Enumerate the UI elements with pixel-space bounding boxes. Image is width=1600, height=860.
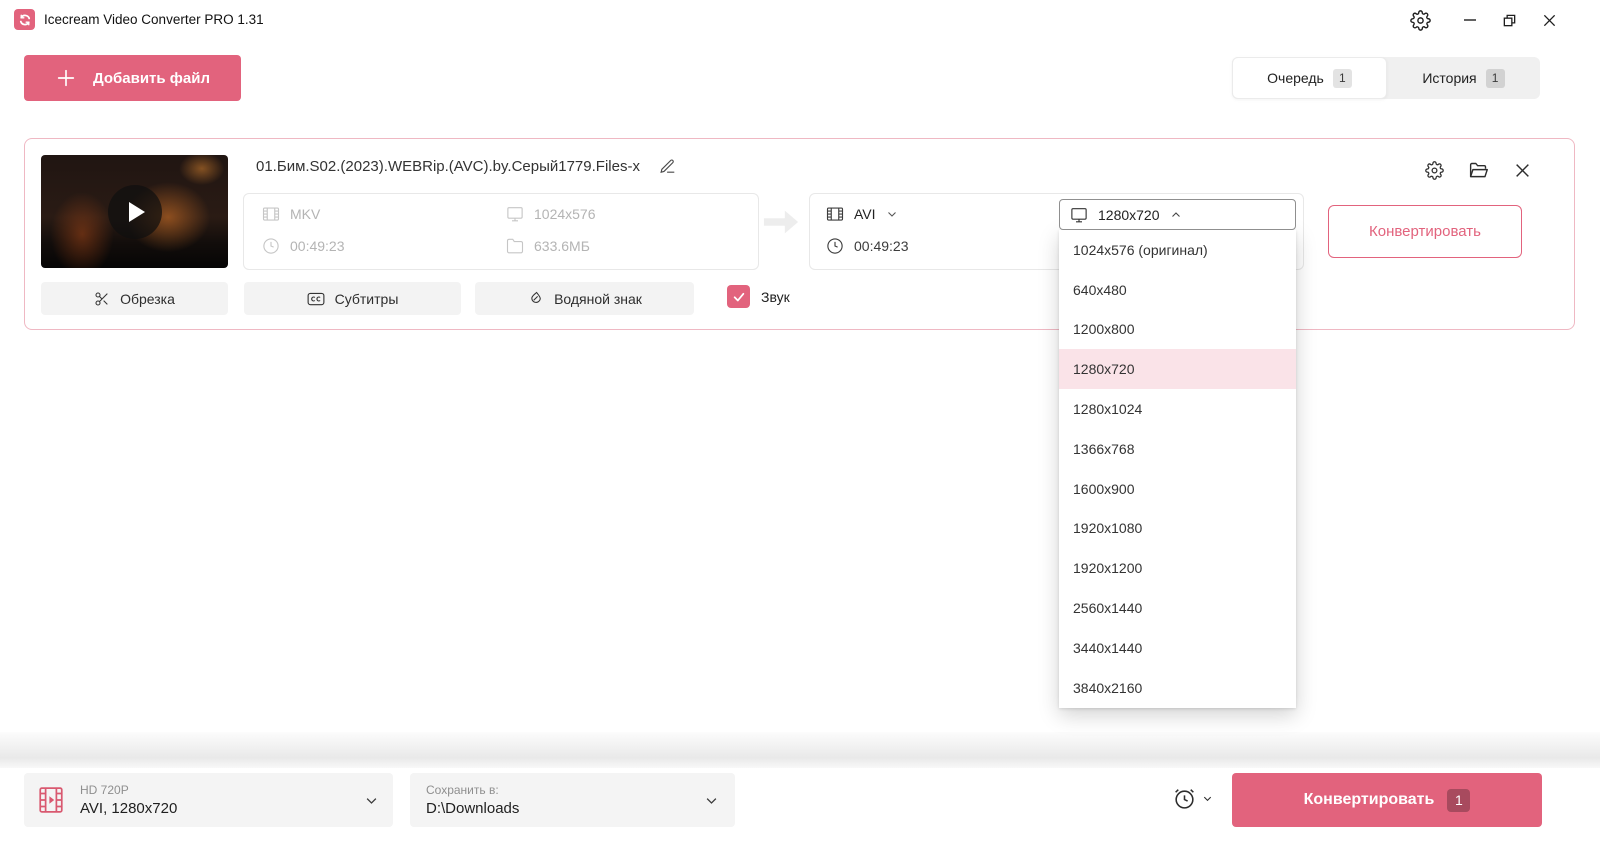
bottom-bar-shadow xyxy=(0,732,1600,768)
convert-count-badge: 1 xyxy=(1447,788,1471,812)
add-file-label: Добавить файл xyxy=(92,69,211,87)
tab-history-label: История xyxy=(1422,70,1477,86)
row-convert-button[interactable]: Конвертировать xyxy=(1328,205,1522,258)
add-file-button[interactable]: Добавить файл xyxy=(24,55,241,101)
arrow-right-icon xyxy=(762,207,800,237)
tab-queue-label: Очередь xyxy=(1267,70,1324,86)
close-button[interactable] xyxy=(1532,4,1566,36)
trim-button[interactable]: Обрезка xyxy=(41,282,228,315)
maximize-restore-button[interactable] xyxy=(1492,4,1526,36)
resolution-select[interactable]: 1280x720 xyxy=(1059,199,1296,230)
app-title: Icecream Video Converter PRO 1.31 xyxy=(44,12,264,27)
resolution-select-value: 1280x720 xyxy=(1098,206,1160,223)
app-logo-icon xyxy=(14,9,35,30)
file-card: 01.Бим.S02.(2023).WEBRip.(AVC).by.Серый1… xyxy=(24,138,1575,708)
minimize-button[interactable] xyxy=(1453,4,1487,36)
settings-icon[interactable] xyxy=(1403,4,1437,36)
resolution-option[interactable]: 1600x900 xyxy=(1059,469,1296,509)
resolution-option[interactable]: 1280x1024 xyxy=(1059,389,1296,429)
chevron-down-icon xyxy=(364,793,379,808)
resolution-option[interactable]: 1920x1080 xyxy=(1059,509,1296,549)
resolution-option[interactable]: 3840x2160 xyxy=(1059,668,1296,708)
resolution-option[interactable]: 640x480 xyxy=(1059,270,1296,310)
history-count-badge: 1 xyxy=(1485,68,1505,88)
plus-icon xyxy=(55,67,77,89)
source-info-box: MKV 1024x576 00:49:23 633.6МБ xyxy=(243,193,759,270)
film-icon xyxy=(826,207,844,221)
output-format-select[interactable]: AVI xyxy=(826,205,898,223)
save-to-path: D:\Downloads xyxy=(426,800,520,817)
remove-file-icon[interactable] xyxy=(1507,155,1537,185)
clock-icon xyxy=(263,238,279,254)
titlebar: Icecream Video Converter PRO 1.31 xyxy=(0,0,1600,40)
tab-history[interactable]: История 1 xyxy=(1387,57,1540,99)
sound-checkbox-row[interactable]: Звук xyxy=(727,285,790,308)
preset-selector[interactable]: HD 720P AVI, 1280x720 xyxy=(24,773,393,827)
rename-icon[interactable] xyxy=(657,156,678,177)
save-to-label: Сохранить в: xyxy=(426,783,499,797)
scissors-icon xyxy=(95,291,108,306)
chevron-down-icon xyxy=(704,793,719,808)
subtitles-label: Субтитры xyxy=(334,290,399,307)
subtitles-button[interactable]: Субтитры xyxy=(244,282,461,315)
output-format-value: AVI xyxy=(854,206,876,222)
alarm-clock-icon xyxy=(1175,789,1194,809)
resolution-option[interactable]: 3440x1440 xyxy=(1059,628,1296,668)
tab-queue[interactable]: Очередь 1 xyxy=(1232,57,1387,99)
watermark-label: Водяной знак xyxy=(554,290,642,307)
sound-label: Звук xyxy=(761,288,790,305)
monitor-icon xyxy=(1071,207,1087,222)
preset-value: AVI, 1280x720 xyxy=(80,800,178,817)
chevron-up-icon xyxy=(1171,211,1180,217)
preset-film-icon xyxy=(38,786,64,814)
resolution-dropdown: 1024x576 (оригинал) 640x480 1200x800 128… xyxy=(1059,230,1296,708)
convert-all-button[interactable]: Конвертировать 1 xyxy=(1232,773,1542,827)
watermark-icon xyxy=(531,291,541,303)
clock-icon xyxy=(827,238,843,254)
chevron-down-icon xyxy=(1203,796,1212,802)
source-duration: 00:49:23 xyxy=(262,237,345,255)
trim-label: Обрезка xyxy=(120,290,175,307)
cc-icon xyxy=(307,292,325,305)
watermark-button[interactable]: Водяной знак xyxy=(475,282,694,315)
bottom-bar: HD 720P AVI, 1280x720 Сохранить в: D:\Do… xyxy=(0,768,1600,860)
preset-title: HD 720P xyxy=(80,783,129,797)
resolution-option-selected[interactable]: 1280x720 xyxy=(1059,349,1296,390)
schedule-button[interactable] xyxy=(1172,786,1213,811)
open-folder-icon[interactable] xyxy=(1463,155,1493,185)
resolution-option[interactable]: 1024x576 (оригинал) xyxy=(1059,230,1296,270)
resolution-option[interactable]: 1920x1200 xyxy=(1059,548,1296,588)
source-format: MKV xyxy=(262,205,320,223)
convert-all-label: Конвертировать xyxy=(1303,791,1435,808)
film-icon xyxy=(262,207,280,221)
source-resolution: 1024x576 xyxy=(506,205,596,223)
resolution-option[interactable]: 1200x800 xyxy=(1059,310,1296,350)
resolution-option[interactable]: 2560x1440 xyxy=(1059,588,1296,628)
folder-icon xyxy=(506,238,524,254)
chevron-down-icon xyxy=(887,212,896,217)
monitor-icon xyxy=(507,207,523,222)
queue-count-badge: 1 xyxy=(1332,68,1352,88)
resolution-option[interactable]: 1366x768 xyxy=(1059,429,1296,469)
video-thumbnail[interactable] xyxy=(41,155,228,268)
output-duration: 00:49:23 xyxy=(826,237,909,255)
row-settings-icon[interactable] xyxy=(1419,155,1449,185)
save-destination-selector[interactable]: Сохранить в: D:\Downloads xyxy=(410,773,735,827)
source-size: 633.6МБ xyxy=(506,237,590,255)
check-icon xyxy=(733,292,744,301)
file-name: 01.Бим.S02.(2023).WEBRip.(AVC).by.Серый1… xyxy=(256,158,640,175)
tabs: Очередь 1 История 1 xyxy=(1232,57,1540,99)
play-icon[interactable] xyxy=(107,184,162,239)
sound-checkbox[interactable] xyxy=(727,285,750,308)
